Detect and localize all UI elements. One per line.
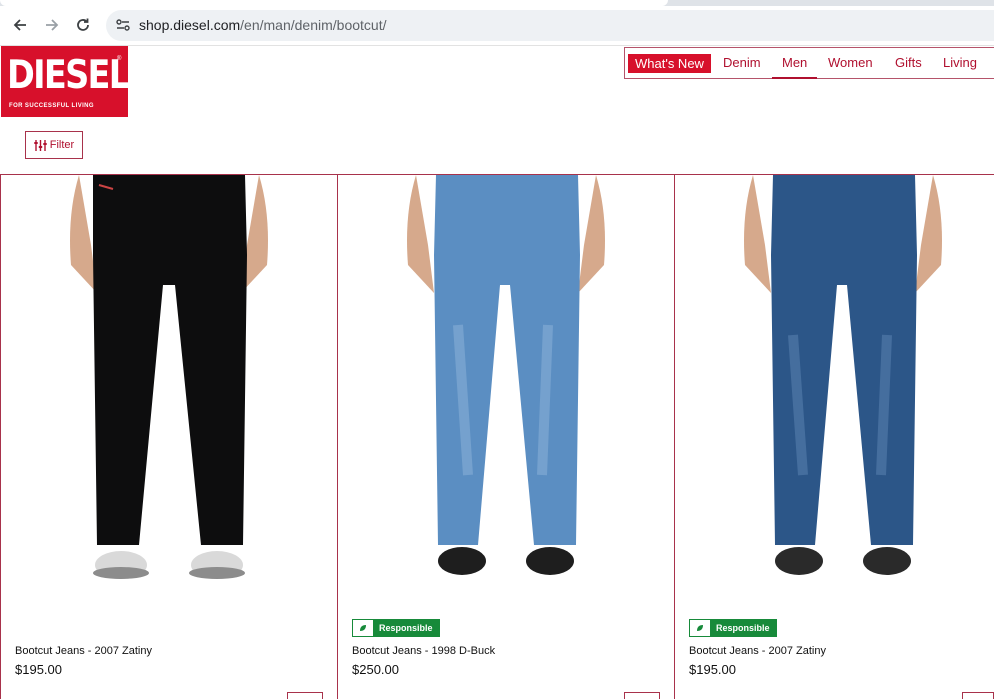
badge-label: Responsible (710, 620, 776, 636)
site-settings-icon[interactable] (114, 16, 132, 34)
badge-label: Responsible (373, 620, 439, 636)
jeans-illustration (338, 175, 674, 605)
main-navigation: What's New Denim Men Women Gifts Living (624, 47, 994, 79)
url-text: shop.diesel.com/en/man/denim/bootcut/ (139, 17, 386, 33)
product-card[interactable]: Bootcut Jeans - 2007 Zatiny $195.00 (1, 175, 337, 699)
product-price: $250.00 (352, 662, 399, 677)
tab-strip (0, 0, 994, 6)
jeans-illustration (1, 175, 337, 605)
nav-item-gifts[interactable]: Gifts (895, 48, 922, 78)
product-name[interactable]: Bootcut Jeans - 2007 Zatiny (15, 645, 152, 657)
filter-button[interactable]: Filter (25, 131, 83, 159)
nav-item-men[interactable]: Men (772, 48, 818, 79)
leaf-icon (690, 620, 710, 636)
leaf-icon (353, 620, 373, 636)
logo-tagline: FOR SUCCESSFUL LIVING (9, 103, 94, 109)
responsible-badge: Responsible (352, 619, 440, 637)
browser-toolbar: shop.diesel.com/en/man/denim/bootcut/ (0, 0, 994, 46)
product-name[interactable]: Bootcut Jeans - 2007 Zatiny (689, 645, 826, 657)
wishlist-button[interactable] (624, 692, 660, 699)
wishlist-button[interactable] (287, 692, 323, 699)
product-image[interactable] (1, 175, 337, 605)
nav-item-women[interactable]: Women (828, 48, 873, 78)
logo-registered-mark: ® (117, 56, 122, 62)
product-image[interactable] (675, 175, 994, 605)
product-price: $195.00 (15, 662, 62, 677)
logo-wordmark: DIESEL (7, 53, 130, 98)
active-tab-edge[interactable] (0, 0, 668, 6)
product-name[interactable]: Bootcut Jeans - 1998 D-Buck (352, 645, 495, 657)
diesel-logo[interactable]: DIESEL ® FOR SUCCESSFUL LIVING (1, 46, 130, 117)
nav-item-whats-new[interactable]: What's New (628, 54, 711, 73)
jeans-illustration (675, 175, 994, 605)
back-icon[interactable] (8, 13, 32, 37)
nav-item-denim[interactable]: Denim (723, 48, 761, 78)
address-bar[interactable]: shop.diesel.com/en/man/denim/bootcut/ (106, 10, 994, 41)
product-price: $195.00 (689, 662, 736, 677)
product-card[interactable]: Responsible Bootcut Jeans - 1998 D-Buck … (338, 175, 674, 699)
product-image[interactable] (338, 175, 674, 605)
url-host: shop.diesel.com (139, 17, 241, 33)
responsible-badge: Responsible (689, 619, 777, 637)
filter-icon (34, 139, 47, 151)
product-card[interactable]: Responsible Bootcut Jeans - 2007 Zatiny … (675, 175, 994, 699)
filter-label: Filter (49, 139, 75, 151)
nav-item-living[interactable]: Living (943, 48, 977, 78)
inactive-tab-edge[interactable] (688, 0, 876, 6)
reload-icon[interactable] (71, 13, 95, 37)
wishlist-button[interactable] (962, 692, 994, 699)
forward-icon[interactable] (40, 13, 64, 37)
url-path: /en/man/denim/bootcut/ (240, 17, 387, 33)
